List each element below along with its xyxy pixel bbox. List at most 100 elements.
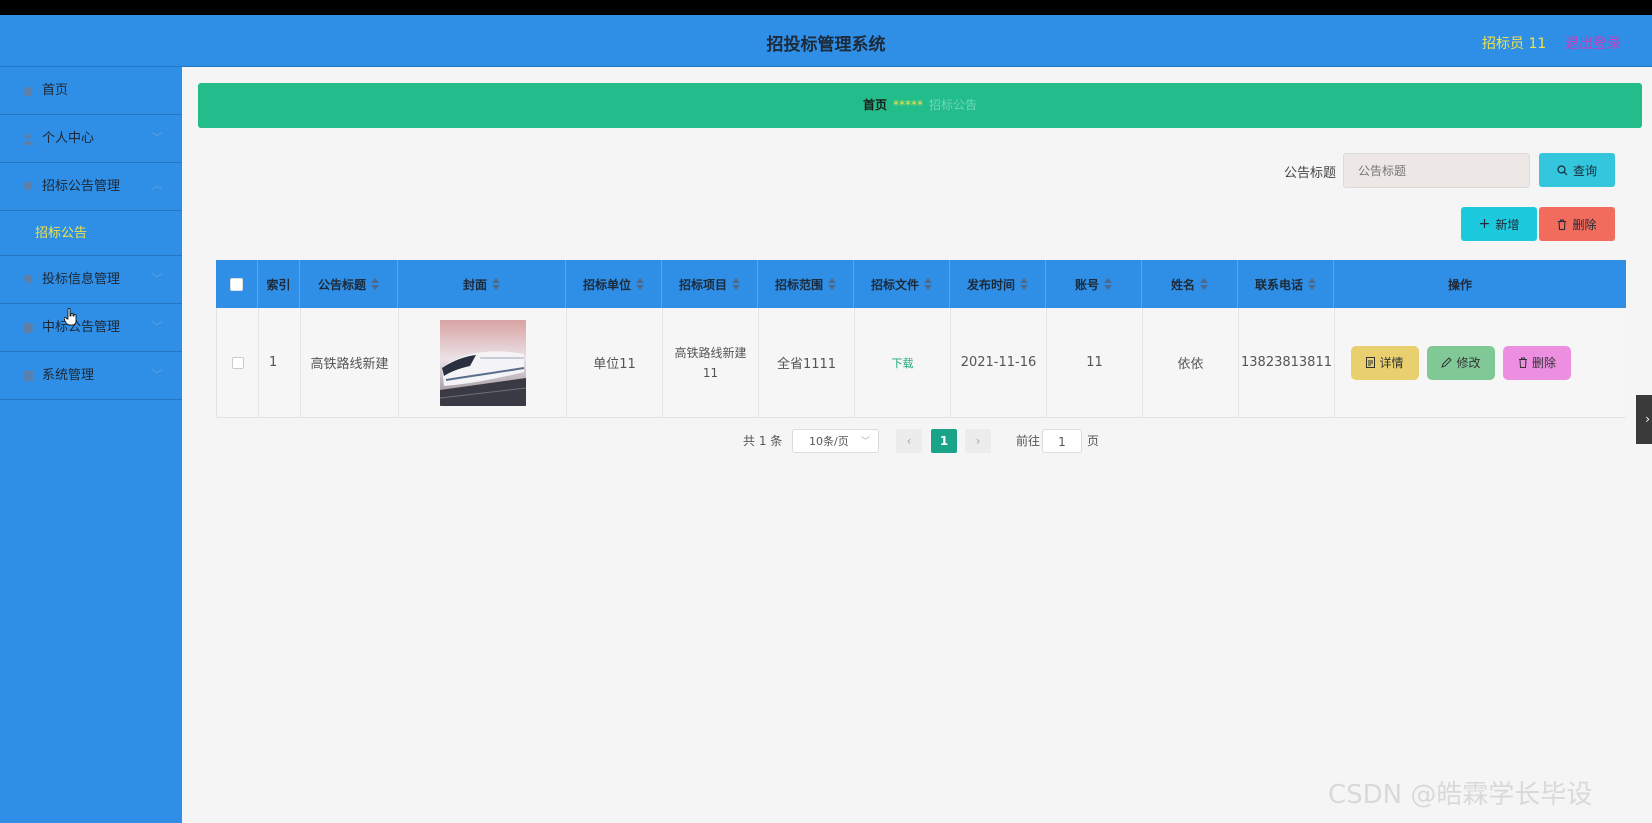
cell-index: 1 — [259, 308, 301, 417]
document-icon — [1366, 357, 1376, 368]
th-label: 招标单位 — [582, 277, 631, 292]
th-project[interactable]: 招标项目 — [662, 260, 758, 308]
watermark: CSDN @皓霖学长毕设 — [1328, 780, 1593, 810]
cover-image — [439, 319, 526, 406]
goto-page-input[interactable]: 1 — [1042, 429, 1082, 453]
sidebar-item-label: 首页 — [42, 83, 69, 98]
sort-icon[interactable] — [1200, 278, 1208, 290]
th-label: 索引 — [266, 277, 291, 292]
th-index: 索引 — [258, 260, 300, 308]
detail-button[interactable]: 详情 — [1351, 345, 1419, 380]
page-1-button[interactable]: 1 — [931, 429, 957, 453]
chevron-down-icon: ﹀ — [152, 322, 162, 333]
th-unit[interactable]: 招标单位 — [566, 260, 662, 308]
cell-operations: 详情 修改 删除 — [1335, 308, 1587, 417]
prev-page-button[interactable]: ‹ — [896, 429, 922, 453]
breadcrumb-separator: ***** — [893, 98, 923, 112]
sort-icon[interactable] — [1020, 278, 1028, 290]
edit-button[interactable]: 修改 — [1427, 345, 1495, 380]
th-phone[interactable]: 联系电话 — [1238, 260, 1334, 308]
train-image — [439, 319, 526, 406]
edit-button-label: 修改 — [1456, 356, 1481, 370]
th-file[interactable]: 招标文件 — [854, 260, 950, 308]
sidebar-item-tender-notice-mgmt[interactable]: 招标公告管理 ︿ — [0, 163, 182, 211]
chevron-down-icon: ﹀ — [860, 437, 870, 447]
sort-icon[interactable] — [1308, 278, 1316, 290]
goto-label: 前往 — [1016, 434, 1041, 448]
query-button-label: 查询 — [1572, 163, 1597, 178]
cell-cover — [399, 308, 567, 417]
sort-icon[interactable] — [1104, 278, 1112, 290]
sort-icon[interactable] — [636, 278, 644, 290]
add-button[interactable]: + 新增 — [1461, 207, 1537, 241]
side-drawer-toggle[interactable]: › — [1636, 395, 1652, 444]
th-label: 公告标题 — [317, 277, 366, 292]
select-all-checkbox[interactable] — [230, 277, 243, 291]
chevron-left-icon: ‹ — [906, 434, 912, 448]
sidebar-item-award-notice-mgmt[interactable]: 中标公告管理 ﹀ — [0, 304, 182, 352]
chevron-right-icon: › — [1645, 412, 1650, 426]
sort-icon[interactable] — [371, 278, 379, 290]
th-account[interactable]: 账号 — [1046, 260, 1142, 308]
home-icon — [23, 86, 33, 96]
cell-file: 下载 — [855, 308, 951, 417]
row-delete-button[interactable]: 删除 — [1503, 345, 1571, 380]
logout-link[interactable]: 退出登录 — [1565, 33, 1621, 53]
download-link[interactable]: 下载 — [892, 355, 914, 371]
search-input[interactable] — [1343, 153, 1530, 188]
breadcrumb-current: 招标公告 — [929, 98, 978, 112]
pencil-icon — [1441, 357, 1453, 368]
cell-date: 2021-11-16 — [951, 308, 1047, 417]
th-cover[interactable]: 封面 — [398, 260, 566, 308]
cell-title: 高铁路线新建 — [301, 308, 399, 417]
page-unit-label: 页 — [1087, 434, 1100, 448]
cell-unit: 单位11 — [567, 308, 663, 417]
pin-icon — [24, 181, 32, 193]
book-icon — [23, 323, 33, 333]
th-label: 发布时间 — [966, 277, 1015, 292]
th-date[interactable]: 发布时间 — [950, 260, 1046, 308]
search-icon — [1557, 164, 1568, 175]
batch-delete-button[interactable]: 删除 — [1539, 207, 1615, 241]
sort-icon[interactable] — [828, 278, 836, 290]
query-button[interactable]: 查询 — [1539, 153, 1615, 187]
app-header: 招投标管理系统 招标员 11 退出登录 — [0, 15, 1652, 67]
sort-icon[interactable] — [492, 278, 500, 290]
sidebar-item-label: 个人中心 — [42, 131, 95, 146]
next-page-button[interactable]: › — [965, 429, 991, 453]
grid-icon — [23, 371, 33, 381]
chevron-down-icon: ﹀ — [152, 370, 162, 381]
th-name[interactable]: 姓名 — [1142, 260, 1238, 308]
pagination: 共 1 条 10条/页 ﹀ ‹ 1 › 前往 1 页 — [0, 429, 1652, 455]
delete-button-label: 删除 — [1572, 217, 1597, 232]
th-label: 操作 — [1447, 277, 1472, 292]
th-scope[interactable]: 招标范围 — [758, 260, 854, 308]
plus-icon: + — [1478, 216, 1491, 232]
breadcrumb: 首页 ***** 招标公告 — [198, 83, 1642, 128]
app-title: 招投标管理系统 — [766, 35, 886, 55]
breadcrumb-home[interactable]: 首页 — [863, 98, 887, 112]
th-label: 封面 — [462, 277, 487, 292]
sidebar-item-home[interactable]: 首页 — [0, 67, 182, 115]
page-size-select[interactable]: 10条/页 ﹀ — [792, 429, 879, 453]
row-delete-button-label: 删除 — [1531, 356, 1556, 370]
sidebar-item-bid-info-mgmt[interactable]: 投标信息管理 ﹀ — [0, 256, 182, 304]
sidebar-subitem-tender-notice[interactable]: 招标公告 — [0, 211, 182, 256]
chevron-up-icon: ︿ — [152, 181, 162, 192]
th-operations: 操作 — [1334, 260, 1586, 308]
cell-phone: 13823813811 — [1239, 308, 1335, 417]
sidebar-item-label: 投标信息管理 — [42, 272, 121, 287]
row-checkbox[interactable] — [231, 356, 244, 369]
cell-project: 高铁路线新建11 — [663, 308, 759, 417]
sort-icon[interactable] — [924, 278, 932, 290]
sidebar-item-system-mgmt[interactable]: 系统管理 ﹀ — [0, 352, 182, 400]
chevron-down-icon: ﹀ — [152, 274, 162, 285]
th-title[interactable]: 公告标题 — [300, 260, 398, 308]
sidebar-item-personal-center[interactable]: 个人中心 ﹀ — [0, 115, 182, 163]
trash-icon — [1518, 357, 1527, 368]
chevron-down-icon: ﹀ — [152, 133, 162, 144]
page-size-value: 10条/页 — [809, 435, 849, 448]
select-all-cell — [216, 260, 258, 308]
sort-icon[interactable] — [732, 278, 740, 290]
th-label: 招标项目 — [678, 277, 727, 292]
